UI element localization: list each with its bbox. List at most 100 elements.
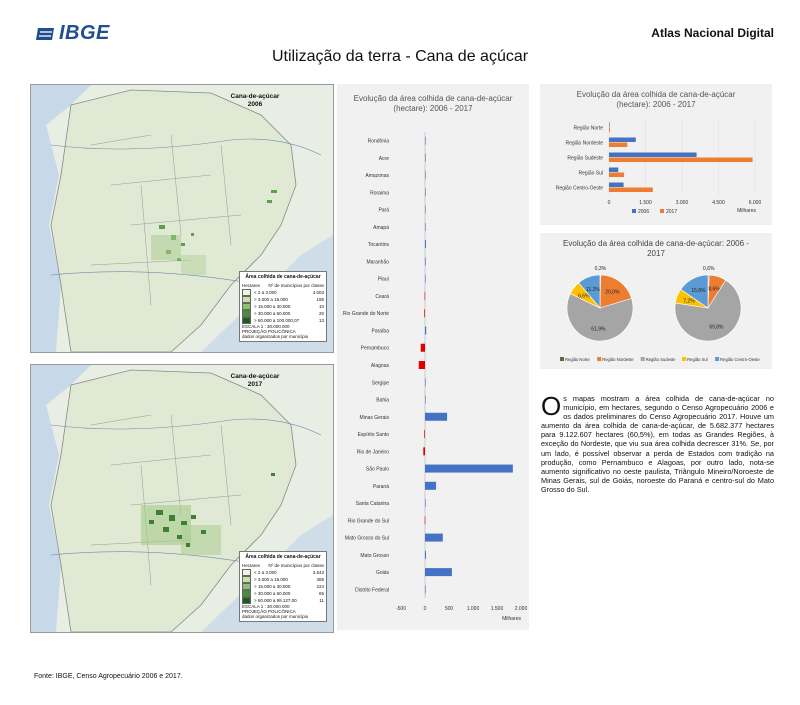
bar xyxy=(424,309,425,318)
category-label: Pará xyxy=(378,208,389,214)
legend-row: > 3.000 a 15.000 369 xyxy=(242,576,324,583)
bar xyxy=(425,240,426,249)
legend-swatch xyxy=(242,289,251,296)
pie-data-label: 15,8% xyxy=(691,288,706,294)
category-label: Amazonas xyxy=(365,173,389,179)
bar xyxy=(425,568,452,577)
legend-label: Região Centro-Oeste xyxy=(720,357,760,362)
ibge-logo-icon xyxy=(36,27,54,40)
category-label: Bahia xyxy=(376,398,389,404)
bar xyxy=(425,188,426,197)
legend-value: 3.543 xyxy=(312,570,324,575)
legend-value: 10 xyxy=(318,304,324,309)
bar xyxy=(425,257,426,266)
bar xyxy=(425,136,426,145)
source-note: Fonte: IBGE, Censo Agropecuário 2006 e 2… xyxy=(34,673,183,680)
pie-data-label: 69,8% xyxy=(709,325,724,331)
bar xyxy=(425,222,426,231)
tick-label: 500 xyxy=(445,606,454,612)
legend-swatch xyxy=(242,576,251,583)
pie-data-label: 61,9% xyxy=(591,326,606,332)
legend-label: > 3.000 a 15.000 xyxy=(254,577,288,582)
legend-value: 369 xyxy=(316,577,324,582)
category-label: Mato Grosso do Sul xyxy=(345,536,389,542)
bar xyxy=(424,516,426,525)
atlas-label: Atlas Nacional Digital xyxy=(651,26,774,40)
legend-label: > 30.000 a 60.000 xyxy=(254,591,291,596)
legend-label: Região Norte xyxy=(565,357,590,362)
bar xyxy=(425,550,426,559)
bar xyxy=(425,395,426,404)
category-label: Minas Gerais xyxy=(360,415,390,421)
legend-label: > 3.000 a 15.000 xyxy=(254,297,288,302)
legend-title: Área colhida de cana-de-açúcar xyxy=(245,554,321,560)
map-legend: Área colhida de cana-de-açúcar Hectares … xyxy=(239,271,327,342)
bar xyxy=(425,326,427,335)
legend-swatch xyxy=(242,296,251,303)
legend-swatch xyxy=(597,357,602,361)
legend-label: Região Nordeste xyxy=(602,357,634,362)
legend-label: > 60.000 a 99.127,00 xyxy=(254,598,297,603)
bar xyxy=(609,127,610,132)
category-label: Amapá xyxy=(373,225,389,231)
legend-swatch xyxy=(242,590,251,597)
x-axis-label: Milhares xyxy=(737,208,756,214)
map-title-year: 2006 xyxy=(247,101,263,108)
category-label: Santa Catarina xyxy=(356,501,390,507)
ibge-logo: IBGE xyxy=(34,22,110,45)
bar xyxy=(425,481,437,490)
legend-row: > 15.000 a 30.000 224 xyxy=(242,583,324,590)
bar xyxy=(418,361,425,369)
legend-value: 20 xyxy=(318,311,324,316)
category-label: Maranhão xyxy=(366,259,389,265)
category-label: Sergipe xyxy=(372,380,389,386)
category-label: Rio Grande do Norte xyxy=(343,311,389,317)
tick-label: 0 xyxy=(424,606,427,612)
legend-row: > 30.000 a 60.000 65 xyxy=(242,590,324,597)
legend-swatch xyxy=(242,569,251,576)
category-label: Região Norte xyxy=(574,126,604,132)
legend-rows: < 2 a 3.000 3.543 > 3.000 a 15.000 369 > 15.… xyxy=(242,569,324,604)
tick-label: 3.000 xyxy=(676,200,689,206)
legend-value: 11 xyxy=(319,598,324,603)
category-label: Região Centro-Oeste xyxy=(556,186,603,192)
legend-swatch xyxy=(242,583,251,590)
bar xyxy=(609,152,697,157)
map-title: Cana-de-açúcar 2017 xyxy=(215,373,295,389)
pie-data-label: 0,3% xyxy=(595,266,607,272)
category-label: Ceará xyxy=(375,294,389,300)
legend-row: > 3.000 a 15.000 195 xyxy=(242,296,324,303)
bar xyxy=(425,499,426,508)
legend-row: > 60.000 a 99.127,00 11 xyxy=(242,597,324,604)
legend-header: Hectares Nº de municípios por classe xyxy=(242,562,324,569)
legend-note: dados organizados por município xyxy=(242,334,309,339)
pie-data-label: 7,2% xyxy=(683,298,695,304)
bar xyxy=(425,205,426,214)
legend-swatch xyxy=(242,597,251,604)
legend-swatch xyxy=(660,209,664,213)
legend-label: < 2 a 3.000 xyxy=(254,290,277,295)
category-label: Paraná xyxy=(373,484,389,490)
legend-value: 4.003 xyxy=(312,290,324,295)
logo-text: IBGE xyxy=(59,22,110,44)
category-label: Pernambuco xyxy=(361,346,390,352)
x-axis-label: Milhares xyxy=(502,616,521,622)
page-title: Utilização da terra - Cana de açúcar xyxy=(271,48,529,65)
bar xyxy=(609,142,628,147)
map-legend: Área colhida de cana-de-açúcar Hectares … xyxy=(239,551,327,622)
state-bar-chart: Rondônia Acre Amazonas Roraima Pará Amapá Toca… xyxy=(343,132,527,622)
legend-label: Região Sudeste xyxy=(646,357,676,362)
bar xyxy=(425,378,426,387)
category-label: Mato Grosso xyxy=(360,553,389,559)
legend-label: 2017 xyxy=(666,209,677,215)
legend-note: dados organizados por município xyxy=(242,614,309,619)
legend-swatch xyxy=(242,317,251,324)
map-title-line1: Cana-de-açúcar xyxy=(230,373,280,380)
category-label: Região Sudeste xyxy=(567,156,603,162)
category-label: São Paulo xyxy=(366,467,389,473)
bar xyxy=(609,182,624,187)
bar xyxy=(425,274,426,283)
state-bar-chart-panel: Evolução da área colhida de cana-de-açúc… xyxy=(337,84,529,630)
legend-swatch xyxy=(682,357,687,361)
map-title-line1: Cana-de-açúcar xyxy=(230,93,280,100)
